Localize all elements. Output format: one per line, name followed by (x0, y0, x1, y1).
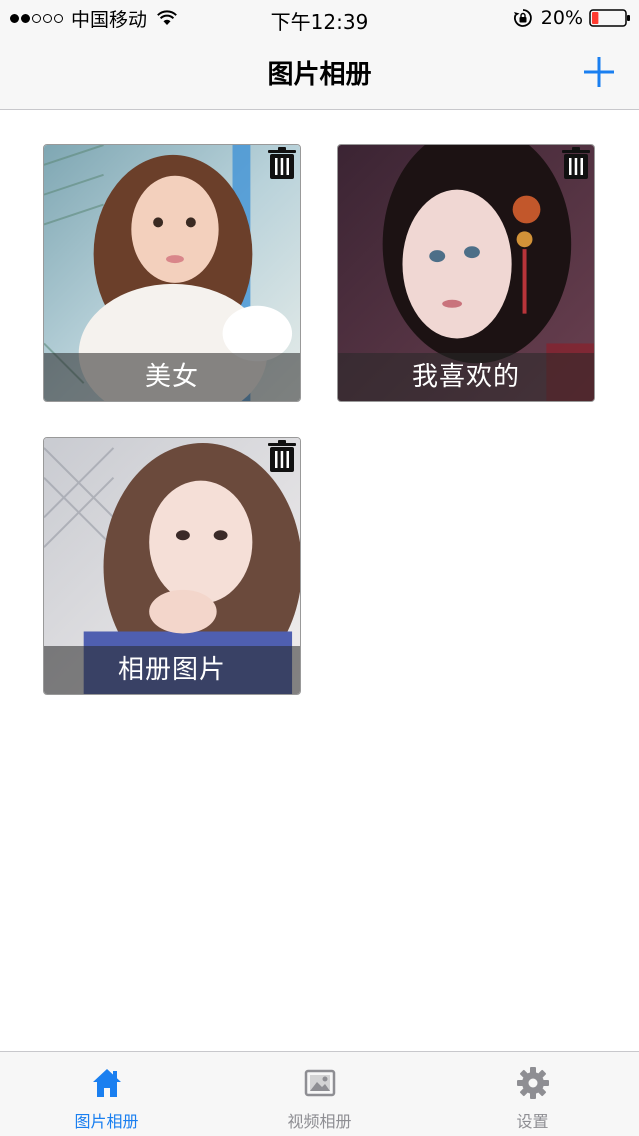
photo-icon (304, 1069, 335, 1097)
plus-icon (584, 57, 614, 87)
add-album-button[interactable] (581, 54, 617, 90)
album-title: 我喜欢的 (338, 353, 594, 401)
album-title: 相册图片 (44, 646, 300, 694)
rotation-lock-icon (513, 9, 532, 27)
album-title: 美女 (44, 353, 300, 401)
tab-video-albums[interactable]: 视频相册 (213, 1052, 426, 1136)
battery-percent: 20% (540, 7, 583, 29)
album-card[interactable]: 美女 (43, 144, 301, 402)
trash-icon[interactable] (267, 147, 297, 179)
tab-bar: 图片相册 视频相册 设置 (0, 1051, 639, 1136)
tab-label: 设置 (516, 1112, 549, 1131)
trash-icon[interactable] (267, 440, 297, 472)
tab-photo-albums[interactable]: 图片相册 (0, 1052, 213, 1136)
battery-icon (589, 9, 630, 27)
album-card[interactable]: 我喜欢的 (337, 144, 595, 402)
tab-label: 图片相册 (74, 1112, 139, 1131)
page-title: 图片相册 (267, 60, 372, 90)
tab-settings[interactable]: 设置 (426, 1052, 639, 1136)
album-card[interactable]: 相册图片 (43, 437, 301, 695)
tab-label: 视频相册 (287, 1112, 352, 1131)
home-icon (92, 1069, 121, 1097)
gear-icon (516, 1067, 549, 1099)
status-right: 20% (513, 6, 631, 30)
trash-icon[interactable] (561, 147, 591, 179)
status-bar: 中国移动 下午12:39 20% (0, 0, 639, 40)
nav-bar: 图片相册 (0, 40, 639, 110)
screen: 中国移动 下午12:39 20% 图片相册 美女 我喜欢的 相册图片 图片相册 … (0, 0, 639, 1136)
